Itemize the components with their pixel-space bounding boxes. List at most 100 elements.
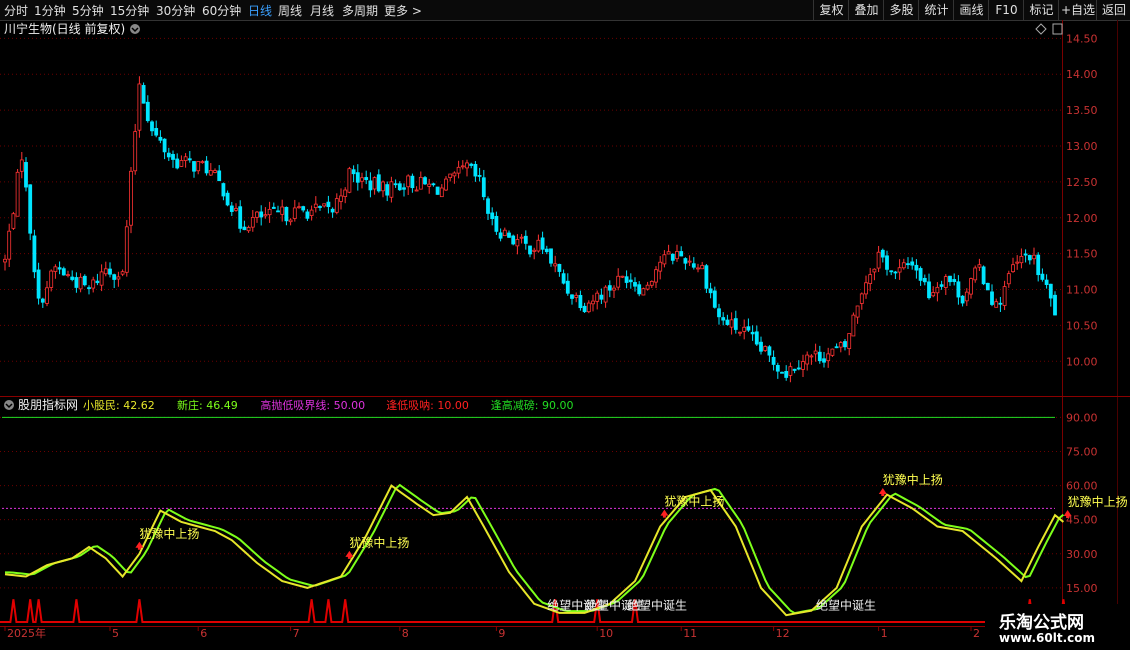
candle-body <box>796 367 801 370</box>
candle-body <box>662 254 667 265</box>
candle-body <box>486 198 490 214</box>
toolbar-button-6[interactable]: 标记 <box>1023 0 1059 20</box>
candle-body <box>372 177 377 190</box>
candle-body <box>213 170 217 173</box>
rise-signal-label: 犹豫中上扬 <box>1068 494 1128 509</box>
candle-body <box>444 178 448 191</box>
small-investor-line <box>4 484 1065 617</box>
toolbar-button-5[interactable]: F10 <box>988 0 1024 20</box>
signal-arrow-icon <box>660 509 669 518</box>
chevron-down-icon[interactable] <box>4 400 14 410</box>
price-chart-title: 川宁生物(日线 前复权) <box>4 21 125 36</box>
candle-body <box>570 294 574 299</box>
toolbar-button-2[interactable]: 多股 <box>883 0 919 20</box>
candle-body <box>893 271 898 274</box>
legend-entry: 逢低吸呐: 10.00 <box>386 399 469 412</box>
period-tab-7[interactable]: 周线 <box>278 2 302 19</box>
candle-body <box>1053 294 1057 316</box>
candle-body <box>389 181 394 198</box>
toolbar-button-8[interactable]: 返回 <box>1096 0 1130 20</box>
candle-body <box>150 121 154 132</box>
candle-body <box>183 156 188 161</box>
period-tab-6[interactable]: 日线 <box>248 2 272 19</box>
period-tab-3[interactable]: 15分钟 <box>110 2 149 19</box>
candle-body <box>355 172 360 183</box>
toolbar-button-3[interactable]: 统计 <box>918 0 954 20</box>
period-tab-0[interactable]: 分时 <box>4 2 28 19</box>
period-tab-10[interactable]: 更多 > <box>384 2 422 19</box>
price-tick-label: 14.00 <box>1066 68 1098 81</box>
candle-body <box>511 235 516 245</box>
period-tab-2[interactable]: 5分钟 <box>72 2 104 19</box>
candle-body <box>519 236 524 239</box>
toolbar-button-0[interactable]: 复权 <box>813 0 849 20</box>
candle-body <box>305 211 310 219</box>
candle-body <box>406 175 411 188</box>
indicator-tick-label: 75.00 <box>1066 445 1098 458</box>
diamond-icon[interactable] <box>1035 23 1047 35</box>
candle-body <box>129 170 133 226</box>
candle-body <box>87 287 91 290</box>
toolbar-button-1[interactable]: 叠加 <box>848 0 884 20</box>
candle-body <box>792 368 797 371</box>
period-tab-1[interactable]: 1分钟 <box>34 2 66 19</box>
candle-body <box>171 154 175 160</box>
candle-body <box>45 287 49 304</box>
candle-body <box>292 207 297 219</box>
candle-body <box>263 214 268 217</box>
candle-body <box>939 284 944 287</box>
candle-body <box>830 348 835 356</box>
period-tab-8[interactable]: 月线 <box>310 2 334 19</box>
candle-body <box>221 183 226 197</box>
candle-body <box>70 276 75 280</box>
candle-body <box>582 305 587 313</box>
candle-body <box>683 258 688 264</box>
candle-body <box>784 371 789 378</box>
candle-body <box>599 294 604 300</box>
period-tab-4[interactable]: 30分钟 <box>156 2 195 19</box>
indicator-tick-label: 60.00 <box>1066 480 1098 493</box>
candle-body <box>906 263 910 266</box>
candle-body <box>32 235 37 273</box>
candle-body <box>935 286 940 294</box>
candle-body <box>204 160 209 174</box>
candle-body <box>998 302 1003 305</box>
indicator-title: 股朋指标网 <box>18 397 78 412</box>
candle-body <box>780 371 784 374</box>
candle-body <box>544 248 549 253</box>
period-tab-9[interactable]: 多周期 <box>342 2 378 19</box>
chevron-down-icon[interactable] <box>130 24 140 34</box>
candle-body <box>120 271 125 275</box>
candle-body <box>297 206 301 209</box>
candle-body <box>318 206 322 208</box>
candle-body <box>847 333 852 349</box>
candle-body <box>855 305 860 318</box>
toolbar-button-4[interactable]: 画线 <box>953 0 989 20</box>
candle-body <box>977 264 982 268</box>
candle-body <box>943 276 948 288</box>
candle-body <box>721 317 726 321</box>
window-icon[interactable] <box>1052 23 1063 35</box>
candle-body <box>922 277 927 283</box>
candle-body <box>40 298 45 303</box>
birth-signal-label: 绝望中诞生 <box>627 597 687 612</box>
candle-body <box>586 302 591 313</box>
candle-body <box>763 346 768 351</box>
candle-body <box>901 262 906 269</box>
candle-body <box>931 292 936 297</box>
candle-body <box>948 275 952 283</box>
candle-body <box>817 351 822 362</box>
candle-body <box>864 282 868 295</box>
candle-body <box>469 163 474 166</box>
candle-body <box>990 291 994 305</box>
candle-body <box>523 235 528 244</box>
candle-body <box>439 187 444 198</box>
candle-body <box>410 175 415 189</box>
candle-body <box>628 279 633 283</box>
candle-body <box>704 265 709 289</box>
toolbar-button-7[interactable]: +自选 <box>1058 0 1097 20</box>
candle-body <box>162 138 167 153</box>
candle-body <box>885 255 889 270</box>
period-tab-5[interactable]: 60分钟 <box>202 2 241 19</box>
rise-signal-label: 犹豫中上扬 <box>883 472 943 487</box>
